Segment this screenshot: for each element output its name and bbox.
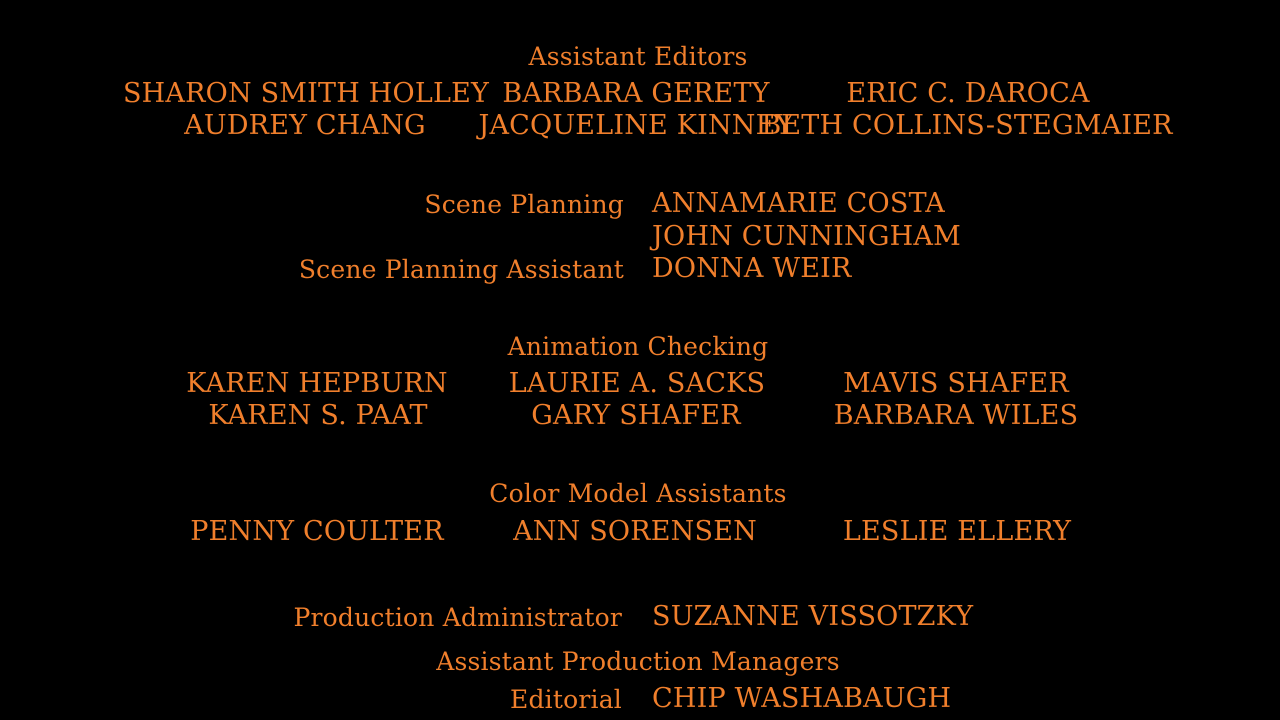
credit-name: AUDREY CHANG: [184, 110, 426, 141]
credit-name: KAREN S. PAAT: [208, 400, 428, 431]
assistant-editors-heading: Assistant Editors: [528, 42, 748, 71]
credit-name: ERIC C. DAROCA: [846, 78, 1090, 109]
credit-name: PENNY COULTER: [190, 516, 444, 547]
credit-name: GARY SHAFER: [531, 400, 741, 431]
scene-planning-label: Scene Planning: [424, 190, 624, 219]
credit-name: ANNAMARIE COSTA: [652, 188, 945, 219]
credit-name: BARBARA WILES: [833, 400, 1079, 431]
color-model-assistants-heading: Color Model Assistants: [489, 479, 787, 508]
credit-name: JOHN CUNNINGHAM: [652, 221, 961, 252]
assistant-production-managers-heading: Assistant Production Managers: [436, 647, 840, 676]
credit-name: LESLIE ELLERY: [842, 516, 1072, 547]
credit-name: LAURIE A. SACKS: [508, 368, 766, 399]
credit-name: ANN SORENSEN: [513, 516, 757, 547]
credit-name: JACQUELINE KINNEY: [478, 110, 794, 141]
credits-frame: Assistant Editors SHARON SMITH HOLLEY BA…: [0, 0, 1280, 720]
credit-name: MAVIS SHAFER: [843, 368, 1069, 399]
scene-planning-assistant-label: Scene Planning Assistant: [298, 255, 624, 284]
credit-name: CHIP WASHABAUGH: [652, 683, 952, 714]
editorial-label: Editorial: [510, 685, 622, 714]
production-administrator-label: Production Administrator: [293, 603, 622, 632]
credit-name: SHARON SMITH HOLLEY: [122, 78, 490, 109]
credit-name: KAREN HEPBURN: [186, 368, 448, 399]
credit-name: BARBARA GERETY: [502, 78, 770, 109]
credit-name: SUZANNE VISSOTZKY: [652, 601, 974, 632]
animation-checking-heading: Animation Checking: [507, 332, 769, 361]
credit-name: BETH COLLINS-STEGMAIER: [761, 110, 1173, 141]
credit-name: DONNA WEIR: [652, 253, 852, 284]
